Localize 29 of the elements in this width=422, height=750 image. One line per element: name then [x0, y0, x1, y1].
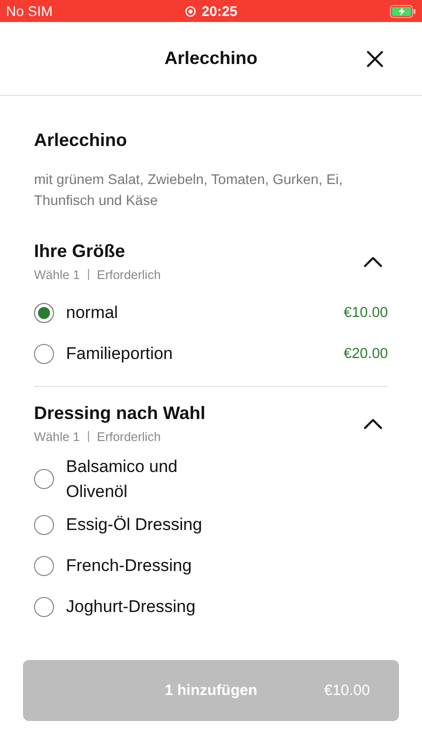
option-label: Familieportion — [66, 343, 173, 365]
option-label: Essig-Öl Dressing — [66, 514, 202, 536]
radio-button[interactable] — [34, 302, 54, 322]
collapse-button[interactable] — [362, 416, 384, 430]
requirement-label: Erforderlich — [96, 268, 161, 282]
radio-button[interactable] — [34, 514, 54, 534]
option-price: €20.00 — [344, 346, 388, 362]
collapse-button[interactable] — [362, 254, 384, 268]
location-icon — [184, 6, 196, 16]
product-name: Arlecchino — [34, 130, 128, 151]
carrier-label: No SIM — [6, 3, 53, 19]
close-button[interactable] — [364, 48, 386, 70]
option-label: Joghurt-Dressing — [66, 596, 196, 618]
option-label: Balsamico und Olivenöl — [66, 456, 179, 503]
section-title: Ihre Größe — [34, 241, 126, 262]
option-price: €10.00 — [344, 304, 388, 320]
radio-button[interactable] — [34, 596, 54, 616]
requirement-label: Erforderlich — [96, 430, 161, 444]
option-label: French-Dressing — [66, 555, 192, 577]
header-title: Arlecchino — [164, 48, 258, 69]
choose-count: Wähle 1 — [34, 268, 80, 282]
clock-time: 20:25 — [202, 3, 238, 19]
option-label: normal — [66, 302, 118, 324]
radio-button[interactable] — [34, 344, 54, 364]
section-title: Dressing nach Wahl — [34, 403, 206, 424]
choose-count: Wähle 1 — [34, 430, 80, 444]
product-description: mit grünem Salat, Zwiebeln, Tomaten, Gurken, Ei, Thunfisch und Käse — [34, 170, 344, 210]
radio-button[interactable] — [34, 556, 54, 576]
radio-button[interactable] — [34, 469, 54, 489]
